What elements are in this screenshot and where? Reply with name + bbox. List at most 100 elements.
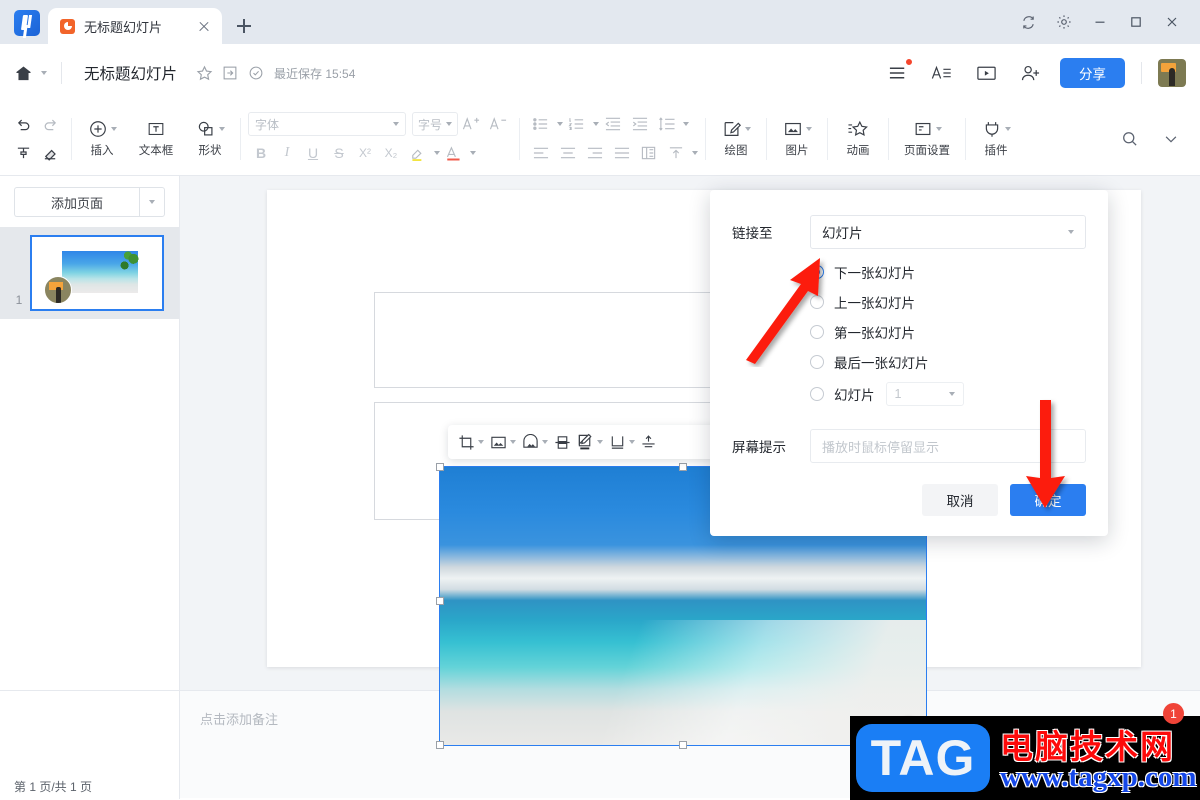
strikethrough-button[interactable]: S [326, 141, 352, 165]
link-to-select[interactable]: 幻灯片 [810, 215, 1086, 249]
crop-button[interactable] [456, 434, 486, 451]
align-center-icon[interactable] [554, 140, 581, 166]
notes-placeholder[interactable]: 点击添加备注 [200, 709, 278, 728]
numbered-list-icon[interactable] [563, 111, 590, 137]
add-page-dropdown-icon[interactable] [139, 187, 165, 217]
vertical-align-dropdown-icon[interactable] [692, 151, 698, 155]
align-justify-icon[interactable] [608, 140, 635, 166]
page-setup-dropdown-icon[interactable] [935, 127, 942, 131]
vertical-align-button[interactable] [662, 140, 698, 166]
font-size-select[interactable]: 字号 [412, 112, 458, 136]
font-color-button[interactable] [440, 140, 476, 166]
increase-font-icon[interactable] [458, 111, 485, 137]
font-color-icon[interactable] [440, 140, 467, 166]
add-user-icon[interactable] [1016, 59, 1044, 87]
textbox-button[interactable]: 文本框 [125, 110, 187, 168]
resize-handle-sw[interactable] [436, 741, 444, 749]
radio-last-slide-control[interactable] [810, 355, 824, 369]
font-color-dropdown-icon[interactable] [470, 151, 476, 155]
shape-button[interactable]: 形状 [187, 110, 233, 168]
align-left-icon[interactable] [527, 140, 554, 166]
image-border-dropdown-icon[interactable] [629, 440, 635, 444]
underline-button[interactable]: U [300, 141, 326, 165]
image-effects-dropdown-icon[interactable] [542, 440, 548, 444]
insert-button[interactable]: 插入 [79, 110, 125, 168]
radio-prev-slide[interactable]: 上一张幻灯片 [810, 292, 1108, 312]
draw-dropdown-icon[interactable] [744, 127, 751, 131]
column-layout-icon[interactable] [635, 140, 662, 166]
page-setup-button[interactable]: 页面设置 [896, 110, 958, 168]
shape-dropdown-icon[interactable] [218, 127, 225, 131]
browser-tab[interactable]: 无标题幻灯片 [48, 8, 222, 44]
line-spacing-button[interactable] [653, 111, 689, 137]
radio-last-slide[interactable]: 最后一张幻灯片 [810, 352, 1108, 372]
home-dropdown-icon[interactable] [41, 71, 47, 75]
export-icon[interactable] [217, 60, 243, 86]
vertical-align-icon[interactable] [662, 140, 689, 166]
add-page-button[interactable]: 添加页面 [14, 187, 139, 217]
radio-prev-slide-control[interactable] [810, 295, 824, 309]
tooltip-input[interactable]: 播放时鼠标停留显示 [810, 429, 1086, 463]
undo-icon[interactable] [10, 111, 37, 137]
radio-next-slide-control[interactable] [810, 265, 824, 279]
list-item[interactable]: 1 [0, 235, 179, 311]
bold-button[interactable]: B [248, 141, 274, 165]
bullet-list-icon[interactable] [527, 111, 554, 137]
gear-icon[interactable] [1046, 7, 1082, 37]
radio-next-slide[interactable]: 下一张幻灯片 [810, 262, 1108, 282]
draw-button[interactable]: 绘图 [713, 110, 759, 168]
user-avatar[interactable] [1158, 59, 1186, 87]
plugin-button[interactable]: 插件 [973, 110, 1019, 168]
align-object-button[interactable] [639, 434, 658, 451]
highlight-color-button[interactable] [404, 140, 440, 166]
plugin-dropdown-icon[interactable] [1004, 127, 1011, 131]
decrease-font-icon[interactable] [485, 111, 512, 137]
picture-dropdown-icon[interactable] [805, 127, 812, 131]
line-spacing-icon[interactable] [653, 111, 680, 137]
home-icon[interactable] [14, 64, 33, 83]
insert-dropdown-icon[interactable] [110, 127, 117, 131]
star-icon[interactable] [191, 60, 217, 86]
resize-handle-nw[interactable] [436, 463, 444, 471]
cancel-button[interactable]: 取消 [922, 484, 998, 516]
share-button[interactable]: 分享 [1060, 58, 1125, 88]
radio-specific-slide-control[interactable] [810, 387, 824, 401]
align-right-icon[interactable] [581, 140, 608, 166]
subscript-button[interactable]: X₂ [378, 141, 404, 165]
refresh-icon[interactable] [1010, 7, 1046, 37]
image-replace-dropdown-icon[interactable] [510, 440, 516, 444]
redo-icon[interactable] [37, 111, 64, 137]
minimize-button[interactable] [1082, 7, 1118, 37]
image-replace-button[interactable] [488, 434, 518, 451]
home-group[interactable] [14, 64, 61, 83]
radio-first-slide[interactable]: 第一张幻灯片 [810, 322, 1108, 342]
highlight-icon[interactable] [404, 140, 431, 166]
crop-dropdown-icon[interactable] [478, 440, 484, 444]
line-spacing-dropdown-icon[interactable] [683, 122, 689, 126]
numbered-list-button[interactable] [563, 111, 599, 137]
format-painter-icon[interactable] [10, 140, 37, 166]
slide-number-select[interactable]: 1 [885, 382, 964, 406]
resize-handle-n[interactable] [679, 463, 687, 471]
image-edit-button[interactable] [575, 433, 605, 451]
search-icon[interactable] [1116, 126, 1143, 152]
image-border-button[interactable] [607, 434, 637, 451]
animation-button[interactable]: 动画 [835, 110, 881, 168]
close-tab-icon[interactable] [194, 16, 214, 36]
close-button[interactable] [1154, 7, 1190, 37]
confirm-button[interactable]: 确定 [1010, 484, 1086, 516]
link-to-dropdown-icon[interactable] [1068, 230, 1074, 234]
bullet-list-button[interactable] [527, 111, 563, 137]
font-family-select[interactable]: 字体 [248, 112, 406, 136]
radio-first-slide-control[interactable] [810, 325, 824, 339]
page-title[interactable]: 无标题幻灯片 [84, 62, 177, 84]
slide-number-dropdown-icon[interactable] [948, 392, 955, 396]
text-format-icon[interactable] [928, 59, 956, 87]
increase-indent-icon[interactable] [626, 111, 653, 137]
font-size-dropdown-icon[interactable] [446, 122, 452, 126]
resize-handle-w[interactable] [436, 597, 444, 605]
collapse-ribbon-icon[interactable] [1157, 126, 1184, 152]
new-tab-icon[interactable] [230, 12, 258, 40]
present-icon[interactable] [972, 59, 1000, 87]
picture-button[interactable]: 图片 [774, 110, 820, 168]
